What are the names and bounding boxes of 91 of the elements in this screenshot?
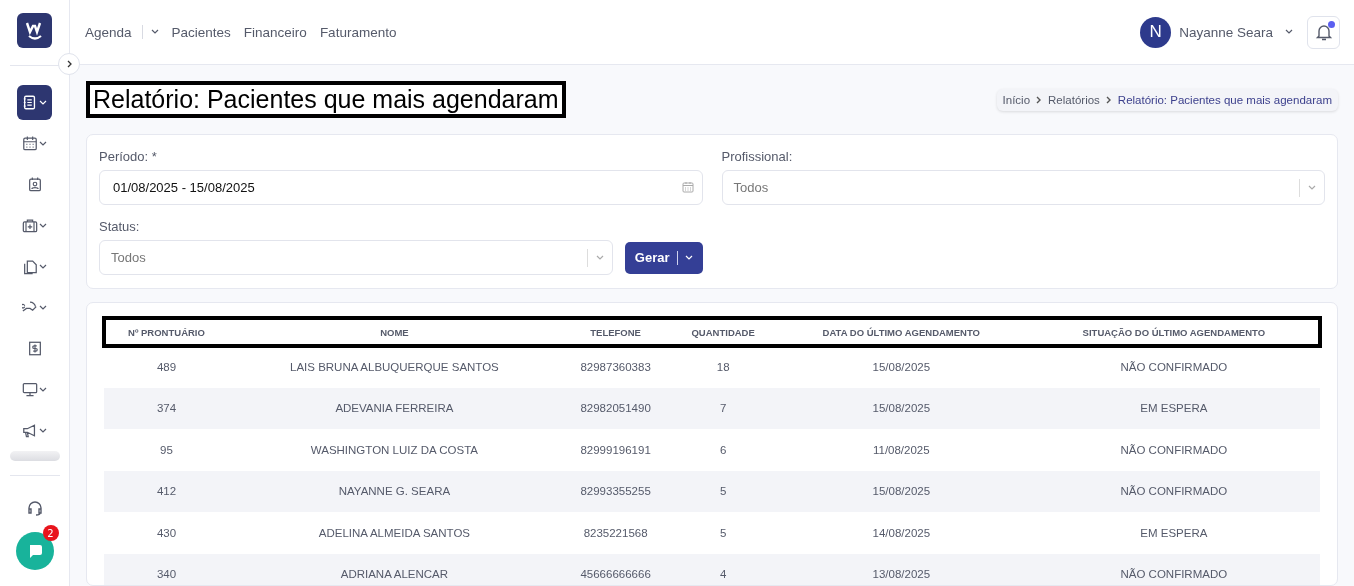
status-select[interactable]: Todos	[99, 240, 613, 275]
table-cell: 489	[104, 346, 229, 388]
professional-select[interactable]: Todos	[721, 170, 1325, 205]
table-cell: EM ESPERA	[1027, 512, 1320, 554]
page-title: Relatório: Pacientes que mais agendaram	[86, 81, 566, 118]
chevron-right-icon	[65, 60, 73, 68]
table-cell: NÃO CONFIRMADO	[1027, 429, 1320, 471]
caret-icon	[684, 254, 693, 261]
sidebar-menu-button[interactable]	[17, 85, 52, 120]
column-header[interactable]: NOME	[228, 318, 560, 346]
column-header[interactable]: QUANTIDADE	[671, 318, 775, 346]
table-cell: 430	[104, 512, 229, 554]
user-avatar[interactable]: N	[1140, 16, 1172, 48]
table-cell: 82993355255	[559, 470, 672, 512]
nav-link[interactable]: Faturamento	[319, 24, 397, 40]
calendar-icon	[681, 181, 694, 193]
caret-icon	[39, 386, 47, 393]
caret-icon	[1308, 184, 1316, 191]
table-cell: 82987360383	[559, 346, 672, 388]
table-cell: 8235221568	[559, 512, 672, 554]
calendar-icon	[22, 135, 38, 152]
table-cell: 15/08/2025	[774, 387, 1028, 429]
table-cell: 45666666666	[559, 553, 672, 585]
table-cell: 6	[671, 429, 775, 471]
column-header[interactable]: DATA DO ÚLTIMO AGENDAMENTO	[774, 318, 1028, 346]
unread-dot	[1328, 20, 1335, 28]
table-cell: 4	[671, 553, 775, 585]
notebook-icon	[22, 94, 38, 111]
table-cell: 5	[671, 512, 775, 554]
table-cell: NAYANNE G. SEARA	[228, 470, 560, 512]
field-label: Período: *	[99, 149, 158, 164]
nav-link[interactable]: Pacientes	[171, 24, 231, 40]
bell-icon	[1314, 23, 1333, 41]
table-cell: ADEVANIA FERREIRA	[228, 387, 560, 429]
medical-kit-icon	[22, 217, 38, 234]
caret-icon	[39, 263, 47, 270]
table-cell: 95	[104, 429, 229, 471]
breadcrumb-link[interactable]: Início	[1002, 93, 1031, 106]
chevron-right-icon	[1036, 95, 1043, 104]
table-cell: ADRIANA ALENCAR	[228, 553, 560, 585]
caret-icon	[39, 304, 47, 311]
nav-link[interactable]: Financeiro	[243, 24, 307, 40]
table-cell: 14/08/2025	[774, 512, 1028, 554]
table-cell: 15/08/2025	[774, 346, 1028, 388]
table-cell: LAIS BRUNA ALBUQUERQUE SANTOS	[228, 346, 560, 388]
caret-icon[interactable]	[150, 29, 159, 35]
table-cell: 11/08/2025	[774, 429, 1028, 471]
caret-icon	[39, 222, 47, 229]
nav-link[interactable]: Agenda	[85, 24, 132, 40]
headset-icon[interactable]	[26, 500, 43, 516]
table-cell: ADELINA ALMEIDA SANTOS	[228, 512, 560, 554]
id-badge-icon	[26, 176, 43, 193]
field-label: Status:	[99, 219, 141, 234]
scroll-handle[interactable]	[9, 451, 60, 461]
caret-icon	[39, 140, 47, 147]
field-label: Profissional:	[721, 149, 794, 164]
table-cell: 18	[671, 346, 775, 388]
caret-icon	[39, 99, 47, 106]
caret-icon	[595, 254, 604, 261]
table-cell: WASHINGTON LUIZ DA COSTA	[228, 429, 560, 471]
app-logo[interactable]	[17, 13, 52, 48]
table-cell: NÃO CONFIRMADO	[1027, 346, 1320, 388]
breadcrumb-link[interactable]: Relatórios	[1048, 93, 1100, 106]
dollar-receipt-icon	[26, 340, 43, 357]
unread-count-badge: 2	[42, 525, 59, 541]
table-cell: 5	[671, 470, 775, 512]
column-header[interactable]: SITUAÇÃO DO ÚLTIMO AGENDAMENTO	[1027, 318, 1320, 346]
chevron-right-icon	[1105, 95, 1112, 104]
table-cell: 13/08/2025	[774, 553, 1028, 585]
table-cell: EM ESPERA	[1027, 387, 1320, 429]
breadcrumb-current: Relatório: Pacientes que mais agendaram	[1117, 93, 1332, 106]
table-cell: 82999196191	[559, 429, 672, 471]
megaphone-icon	[22, 422, 38, 439]
table-cell: NÃO CONFIRMADO	[1027, 470, 1320, 512]
table-cell: 82982051490	[559, 387, 672, 429]
generate-button[interactable]: Gerar	[624, 241, 703, 274]
documents-icon	[22, 258, 38, 275]
table-cell: 412	[104, 470, 229, 512]
notifications-button[interactable]	[1307, 15, 1340, 49]
table-cell: 7	[671, 387, 775, 429]
table-cell: 15/08/2025	[774, 470, 1028, 512]
caret-icon	[39, 427, 47, 434]
table-cell: NÃO CONFIRMADO	[1027, 553, 1320, 585]
monitor-icon	[22, 381, 38, 398]
caret-icon[interactable]	[1285, 29, 1293, 35]
date-range-field[interactable]: 01/08/2025 - 15/08/2025	[99, 170, 703, 205]
table-cell: 374	[104, 387, 229, 429]
column-header[interactable]: TELEFONE	[559, 318, 672, 346]
user-name[interactable]: Nayanne Seara	[1179, 24, 1273, 40]
table-cell: 340	[104, 553, 229, 585]
column-header[interactable]: Nº PRONTUÁRIO	[104, 318, 229, 346]
